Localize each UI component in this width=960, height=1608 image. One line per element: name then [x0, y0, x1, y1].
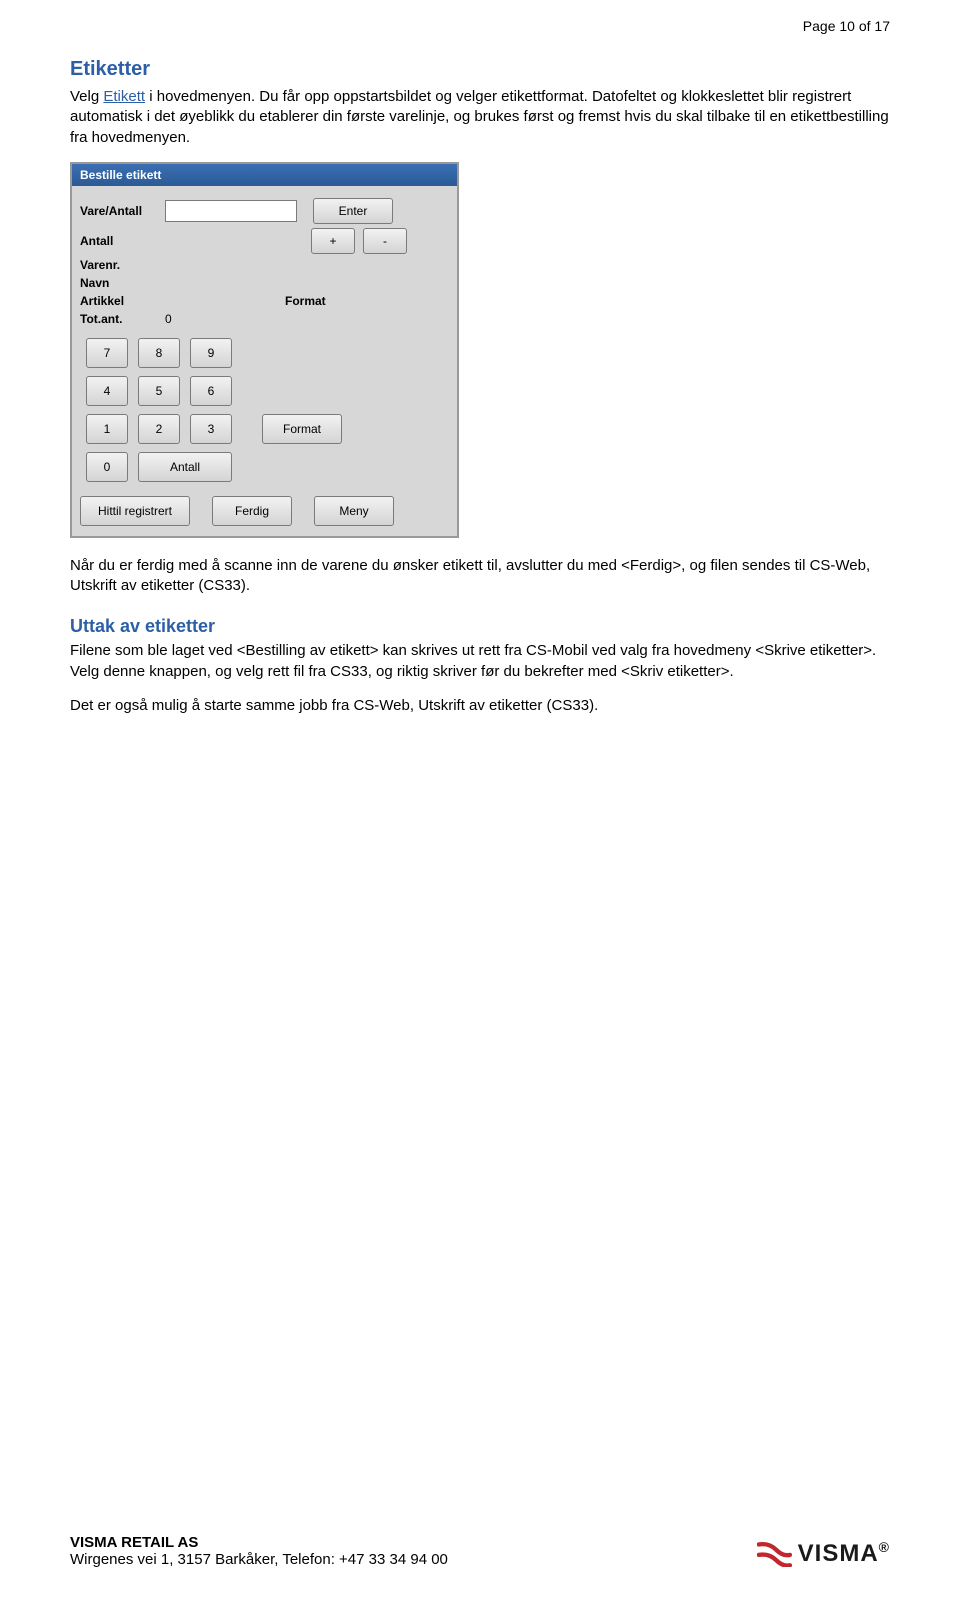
- logo-text-value: VISMA: [798, 1540, 879, 1567]
- key-7[interactable]: 7: [86, 338, 128, 368]
- page-num-of: of: [855, 18, 874, 34]
- key-6[interactable]: 6: [190, 376, 232, 406]
- app-screenshot: Bestille etikett Vare/Antall Enter Antal…: [70, 162, 459, 538]
- ferdig-button[interactable]: Ferdig: [212, 496, 292, 526]
- page-num-prefix: Page: [803, 18, 840, 34]
- visma-logo-icon: [757, 1541, 792, 1567]
- p1-link-etikett: Etikett: [103, 88, 145, 105]
- plus-button[interactable]: +: [311, 228, 355, 254]
- heading-etiketter: Etiketter: [70, 58, 890, 81]
- page-footer: VISMA RETAIL AS Wirgenes vei 1, 3157 Bar…: [70, 1534, 890, 1568]
- enter-button[interactable]: Enter: [313, 198, 393, 224]
- hittil-registrert-button[interactable]: Hittil registrert: [80, 496, 190, 526]
- footer-left: VISMA RETAIL AS Wirgenes vei 1, 3157 Bar…: [70, 1534, 448, 1568]
- heading-uttak: Uttak av etiketter: [70, 616, 890, 637]
- label-navn: Navn: [80, 276, 165, 290]
- visma-logo: VISMA®: [757, 1539, 890, 1568]
- key-4[interactable]: 4: [86, 376, 128, 406]
- key-3[interactable]: 3: [190, 414, 232, 444]
- window-title: Bestille etikett: [72, 164, 457, 186]
- key-9[interactable]: 9: [190, 338, 232, 368]
- label-totant: Tot.ant.: [80, 312, 165, 326]
- input-vare-antall[interactable]: [165, 200, 297, 222]
- antall-button[interactable]: Antall: [138, 452, 232, 482]
- label-antall: Antall: [80, 234, 165, 248]
- paragraph-intro: Velg Etikett i hovedmenyen. Du får opp o…: [70, 87, 890, 148]
- page-num-total: 17: [874, 18, 890, 34]
- key-1[interactable]: 1: [86, 414, 128, 444]
- p1-rest: i hovedmenyen. Du får opp oppstartsbilde…: [70, 88, 889, 146]
- key-5[interactable]: 5: [138, 376, 180, 406]
- paragraph-uttak-1: Filene som ble laget ved <Bestilling av …: [70, 641, 890, 682]
- page-number: Page 10 of 17: [803, 18, 890, 34]
- label-varenr: Varenr.: [80, 258, 165, 272]
- numeric-keypad: 7 8 9 4 5 6 1 2 3 Format: [86, 338, 449, 482]
- key-8[interactable]: 8: [138, 338, 180, 368]
- paragraph-ferdig: Når du er ferdig med å scanne inn de var…: [70, 556, 890, 597]
- label-artikkel: Artikkel: [80, 294, 165, 308]
- footer-company: VISMA RETAIL AS: [70, 1534, 448, 1551]
- paragraph-uttak-2: Det er også mulig å starte samme jobb fr…: [70, 696, 890, 716]
- key-2[interactable]: 2: [138, 414, 180, 444]
- p1-prefix: Velg: [70, 88, 103, 105]
- value-totant: 0: [165, 312, 172, 326]
- visma-logo-text: VISMA®: [798, 1539, 890, 1568]
- label-format: Format: [285, 294, 326, 308]
- label-vare-antall: Vare/Antall: [80, 204, 165, 218]
- page-num-current: 10: [839, 18, 855, 34]
- footer-address: Wirgenes vei 1, 3157 Barkåker, Telefon: …: [70, 1551, 448, 1568]
- key-0[interactable]: 0: [86, 452, 128, 482]
- window-body: Vare/Antall Enter Antall + - Varenr.: [72, 186, 457, 536]
- meny-button[interactable]: Meny: [314, 496, 394, 526]
- format-button[interactable]: Format: [262, 414, 342, 444]
- minus-button[interactable]: -: [363, 228, 407, 254]
- logo-reg: ®: [879, 1539, 890, 1555]
